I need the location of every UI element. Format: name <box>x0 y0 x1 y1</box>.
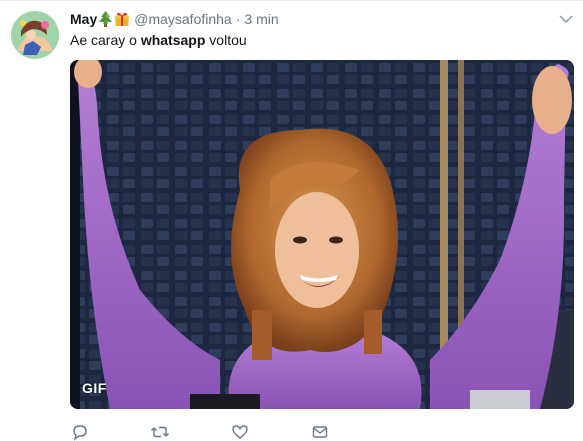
gif-media[interactable]: GIF <box>70 60 574 409</box>
gif-frame <box>70 60 574 409</box>
tweet-text-bold: whatsapp <box>140 32 206 48</box>
tweet-header: May @maysafofinha · 3 min <box>70 10 279 28</box>
direct-message-icon[interactable] <box>310 423 330 441</box>
tweet-text-end: voltou <box>205 32 247 48</box>
user-handle[interactable]: @maysafofinha <box>134 11 231 27</box>
christmas-tree-icon <box>98 11 113 27</box>
avatar[interactable] <box>11 11 59 59</box>
avatar-image <box>11 11 59 59</box>
chevron-down-icon[interactable] <box>558 11 574 27</box>
tweet-text-start: Ae caray o <box>70 32 141 48</box>
tweet-text: Ae caray o whatsapp voltou <box>70 31 247 49</box>
retweet-icon[interactable] <box>150 423 170 441</box>
reply-icon[interactable] <box>70 423 90 441</box>
tweet[interactable]: May @maysafofinha · 3 min Ae caray o wha… <box>0 0 583 441</box>
timestamp[interactable]: 3 min <box>244 11 278 27</box>
tweet-actions <box>70 423 370 441</box>
separator-dot: · <box>235 11 241 27</box>
gif-badge: GIF <box>82 380 107 396</box>
display-name[interactable]: May <box>70 11 97 27</box>
gift-icon <box>114 11 130 27</box>
like-icon[interactable] <box>230 423 250 441</box>
